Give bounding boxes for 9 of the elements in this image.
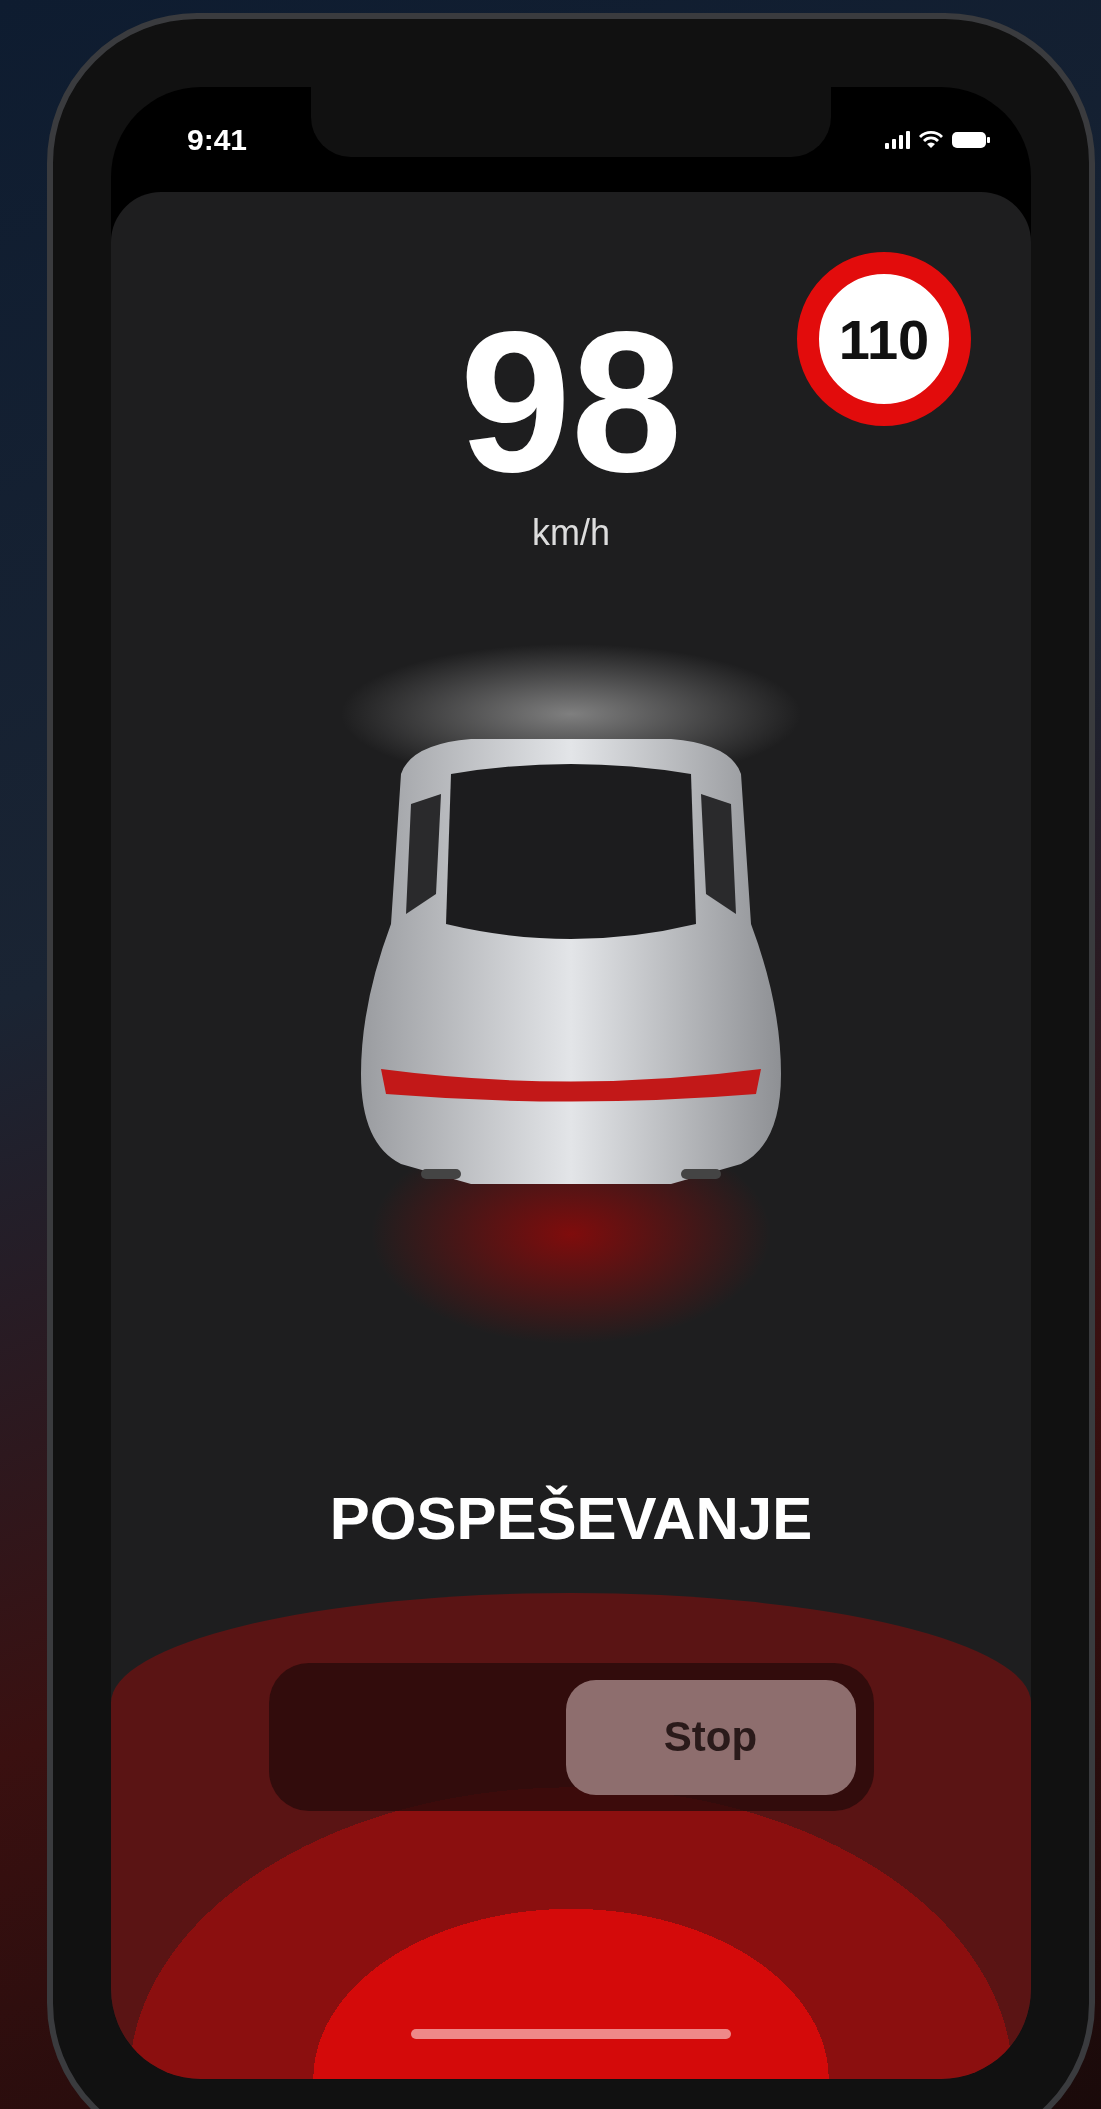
stop-button[interactable]: Stop xyxy=(565,1679,856,1795)
speed-limit-sign: 110 xyxy=(797,252,971,426)
signal-icon xyxy=(885,130,911,149)
speed-unit: km/h xyxy=(532,512,610,554)
wifi-icon xyxy=(919,130,943,149)
status-label: POSPEŠEVANJE xyxy=(329,1484,813,1553)
status-time: 9:41 xyxy=(187,122,248,157)
battery-icon xyxy=(951,130,991,149)
speed-value: 98 xyxy=(459,302,683,502)
